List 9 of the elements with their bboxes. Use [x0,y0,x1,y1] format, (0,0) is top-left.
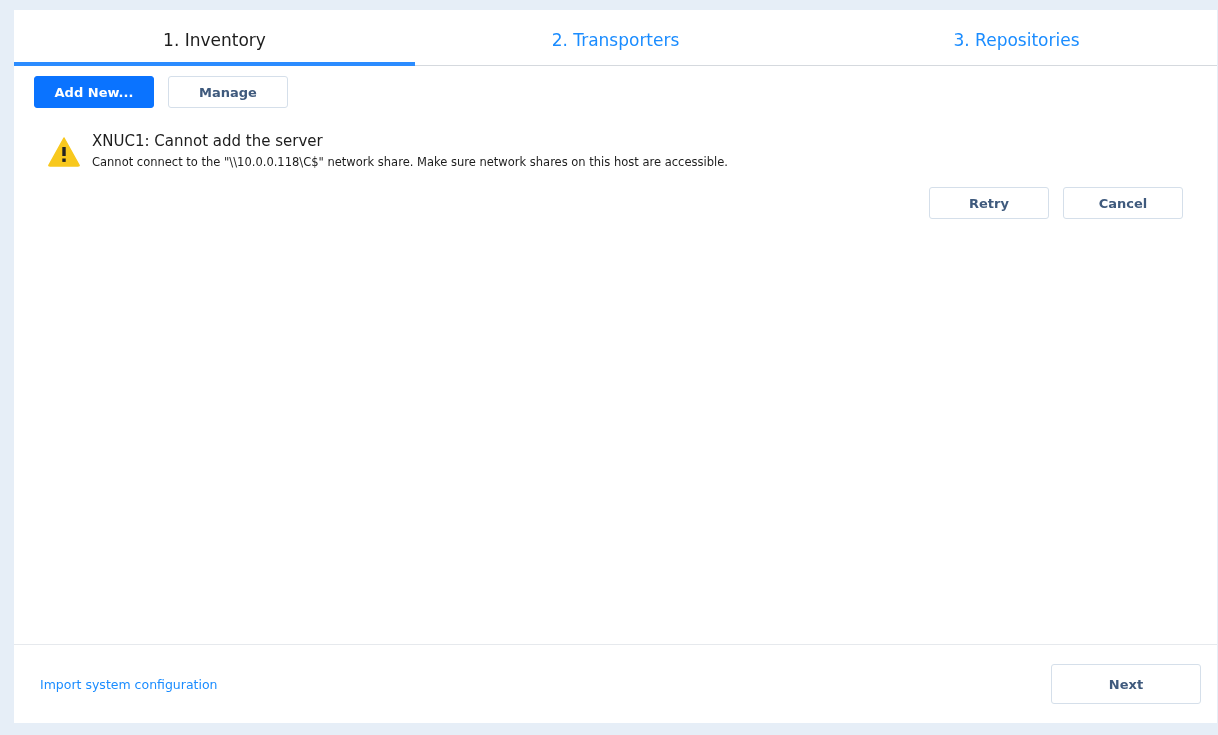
alert-message: Cannot connect to the "\\10.0.0.118\C$" network share. Make sure network shares on this host are accessible. [92,155,728,169]
warning-icon [48,137,80,167]
cancel-button[interactable]: Cancel [1063,187,1183,219]
manage-button[interactable]: Manage [168,76,288,108]
retry-button[interactable]: Retry [929,187,1049,219]
alert-title: XNUC1: Cannot add the server [92,132,324,150]
step-tab[interactable]: 1. Inventory [14,10,415,66]
next-button[interactable]: Next [1051,664,1201,704]
add-new-button[interactable]: Add New... [34,76,154,108]
